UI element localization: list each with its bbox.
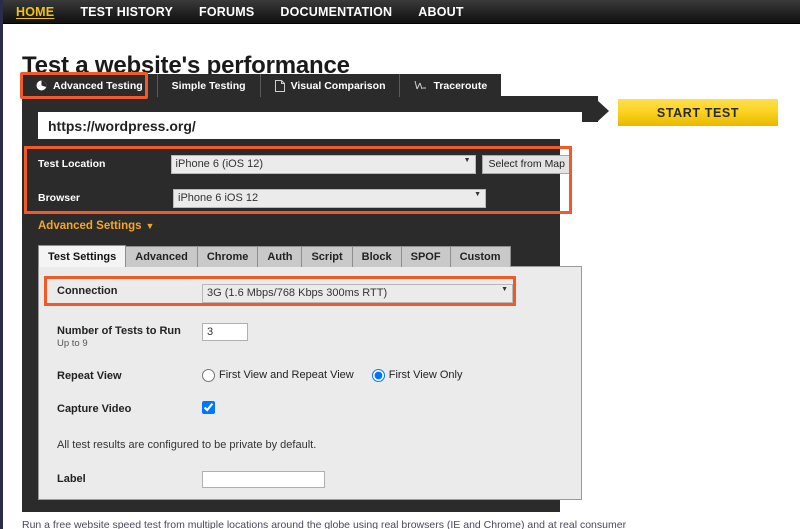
tab-advanced-testing[interactable]: Advanced Testing (22, 74, 158, 97)
subtab-block[interactable]: Block (351, 246, 402, 267)
subtab-auth[interactable]: Auth (257, 246, 303, 267)
repeat-view-row: Repeat View First View and Repeat View F… (39, 368, 581, 382)
test-location-select[interactable]: iPhone 6 (iOS 12) (170, 154, 476, 174)
nav-item-home[interactable]: HOME (16, 0, 54, 24)
start-test-button[interactable]: START TEST (618, 99, 778, 126)
connection-select-wrap: 3G (1.6 Mbps/768 Kbps 300ms RTT) (202, 283, 513, 303)
nav-item-test-history[interactable]: TEST HISTORY (80, 0, 173, 24)
tab-simple-testing-label: Simple Testing (171, 79, 246, 92)
test-label-label: Label (57, 472, 86, 485)
tab-visual-comparison-label: Visual Comparison (290, 79, 386, 92)
connection-row: Connection 3G (1.6 Mbps/768 Kbps 300ms R… (39, 283, 581, 303)
connection-label: Connection (57, 285, 118, 297)
subtab-script[interactable]: Script (301, 246, 353, 267)
top-navigation: HOME TEST HISTORY FORUMS DOCUMENTATION A… (0, 0, 800, 24)
chevron-down-icon: ▼ (145, 221, 155, 231)
radio-first-and-repeat-view[interactable] (202, 368, 215, 382)
test-location-select-wrap: iPhone 6 (iOS 12) (170, 154, 476, 174)
footer-blurb: Run a free website speed test from multi… (22, 519, 627, 529)
mode-tab-bar: Advanced Testing Simple Testing Visual C… (22, 74, 502, 97)
capture-video-row: Capture Video (39, 400, 581, 415)
select-from-map-button[interactable]: Select from Map (481, 154, 572, 174)
privacy-note: All test results are configured to be pr… (57, 438, 317, 451)
tab-simple-testing[interactable]: Simple Testing (157, 74, 261, 97)
pie-chart-icon (36, 80, 47, 91)
subtab-custom[interactable]: Custom (449, 246, 511, 267)
radio-first-and-repeat-view-label: First View and Repeat View (219, 369, 354, 381)
label-row: Label (39, 470, 581, 488)
url-field-row (38, 112, 582, 139)
tab-traceroute[interactable]: Traceroute (400, 74, 502, 97)
test-label-input[interactable] (202, 470, 325, 488)
tab-visual-comparison[interactable]: Visual Comparison (260, 74, 401, 97)
radio-first-view-only-label: First View Only (388, 369, 463, 381)
tab-advanced-testing-label: Advanced Testing (53, 79, 143, 92)
url-input[interactable] (38, 112, 582, 139)
settings-tab-bar: Test Settings Advanced Chrome Auth Scrip… (38, 245, 511, 267)
page-icon (274, 79, 285, 92)
number-of-tests-input[interactable] (202, 322, 248, 341)
repeat-view-options: First View and Repeat View First View On… (202, 368, 462, 382)
panel-arrow-pointer (597, 100, 609, 122)
subtab-test-settings[interactable]: Test Settings (38, 245, 127, 267)
browser-select-wrap: iPhone 6 iOS 12 (173, 188, 486, 208)
test-location-label: Test Location (38, 158, 106, 170)
subtab-advanced[interactable]: Advanced (125, 246, 198, 267)
capture-video-checkbox[interactable] (202, 400, 215, 414)
location-browser-block: Test Location iPhone 6 (iOS 12) Select f… (38, 150, 572, 212)
advanced-settings-label: Advanced Settings (38, 220, 142, 232)
radio-first-view-only[interactable] (371, 368, 385, 382)
capture-video-label: Capture Video (57, 402, 132, 415)
nav-item-documentation[interactable]: DOCUMENTATION (280, 0, 392, 24)
number-of-tests-title: Number of Tests to Run (57, 324, 181, 337)
number-of-tests-label: Number of Tests to Run Up to 9 (57, 323, 202, 349)
subtab-chrome[interactable]: Chrome (196, 246, 259, 267)
nav-item-about[interactable]: ABOUT (418, 0, 463, 24)
advanced-settings-toggle[interactable]: Advanced Settings ▼ (38, 220, 154, 232)
browser-row: Browser iPhone 6 iOS 12 (38, 184, 572, 212)
subtab-spof[interactable]: SPOF (400, 246, 451, 267)
browser-label: Browser (38, 192, 81, 204)
repeat-view-label: Repeat View (57, 369, 122, 382)
connection-select[interactable]: 3G (1.6 Mbps/768 Kbps 300ms RTT) (202, 283, 513, 303)
test-location-row: Test Location iPhone 6 (iOS 12) Select f… (38, 150, 572, 178)
tab-traceroute-label: Traceroute (433, 79, 488, 92)
page-root: HOME TEST HISTORY FORUMS DOCUMENTATION A… (0, 0, 800, 529)
number-of-tests-row: Number of Tests to Run Up to 9 (39, 322, 581, 349)
number-of-tests-sublabel: Up to 9 (57, 337, 88, 349)
nav-item-forums[interactable]: FORUMS (199, 0, 254, 24)
test-settings-panel: Connection 3G (1.6 Mbps/768 Kbps 300ms R… (38, 266, 582, 500)
page-left-edge (0, 0, 3, 529)
browser-select[interactable]: iPhone 6 iOS 12 (173, 188, 486, 208)
traceroute-icon (414, 80, 427, 92)
